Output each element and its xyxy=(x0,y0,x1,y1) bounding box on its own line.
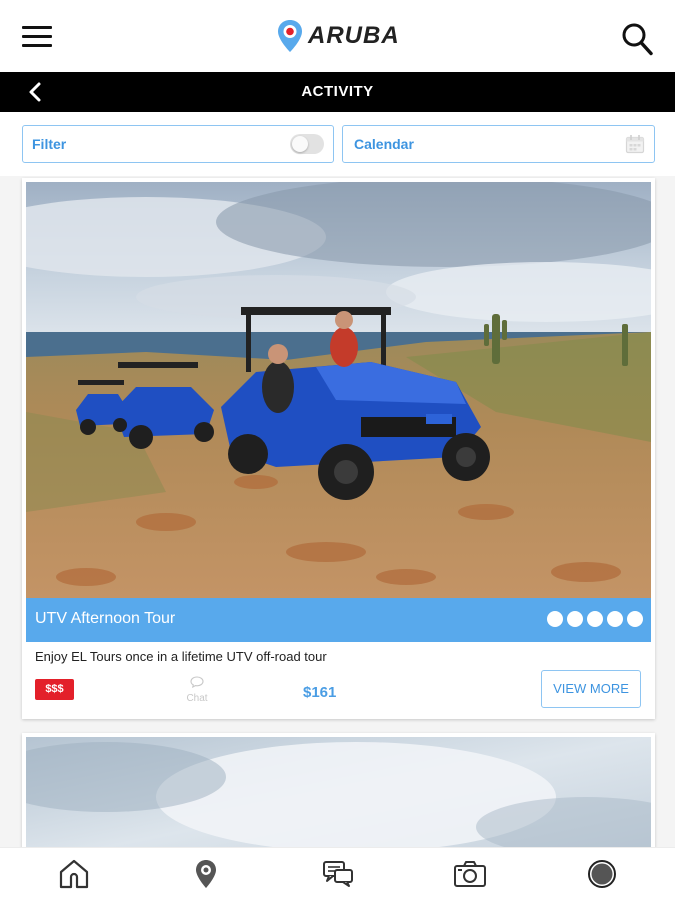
activity-price: $161 xyxy=(303,684,337,701)
rating-dot xyxy=(547,611,563,627)
search-icon[interactable] xyxy=(621,22,653,56)
chat-bubble-icon xyxy=(190,676,204,689)
activity-description: Enjoy EL Tours once in a lifetime UTV of… xyxy=(35,649,327,664)
activity-card[interactable]: UTV Afternoon Tour Enjoy EL Tours once i… xyxy=(22,178,655,719)
app-header: ARUBA xyxy=(0,0,675,72)
rating-dots xyxy=(547,611,643,627)
rating-dot xyxy=(607,611,623,627)
chat-button[interactable]: Chat xyxy=(182,675,212,704)
calendar-label: Calendar xyxy=(354,136,414,152)
camera-icon[interactable] xyxy=(453,858,487,890)
activity-card-2[interactable] xyxy=(22,733,655,863)
activity-title: UTV Afternoon Tour xyxy=(35,610,176,627)
rating-dot xyxy=(587,611,603,627)
calendar-field[interactable]: Calendar xyxy=(342,125,655,163)
filter-field[interactable]: Filter xyxy=(22,125,334,163)
filter-row: Filter Calendar xyxy=(0,112,675,176)
chat-label: Chat xyxy=(186,693,208,704)
price-level-badge: $$$ xyxy=(35,679,74,700)
calendar-icon xyxy=(625,135,645,154)
rating-dot xyxy=(627,611,643,627)
app-screen: ARUBA ACTIVITY Filter Calendar UTV After… xyxy=(0,0,675,900)
filter-label: Filter xyxy=(32,136,67,152)
home-icon[interactable] xyxy=(57,858,91,890)
page-title: ACTIVITY xyxy=(301,83,374,100)
activity-title-band: UTV Afternoon Tour xyxy=(26,598,651,642)
bottom-navigation xyxy=(0,847,675,900)
rating-dot xyxy=(567,611,583,627)
app-logo[interactable]: ARUBA xyxy=(277,18,400,54)
hamburger-menu-icon[interactable] xyxy=(22,26,52,48)
chat-bubbles-icon[interactable] xyxy=(321,858,355,890)
location-pin-logo-icon xyxy=(278,20,302,52)
logo-text: ARUBA xyxy=(308,22,400,49)
record-circle-icon[interactable] xyxy=(585,858,619,890)
location-pin-icon[interactable] xyxy=(189,858,223,890)
view-more-button[interactable]: VIEW MORE xyxy=(541,670,641,708)
activity-photo-2[interactable] xyxy=(26,737,651,863)
page-title-bar: ACTIVITY xyxy=(0,72,675,112)
filter-toggle[interactable] xyxy=(290,134,324,154)
activity-photo[interactable] xyxy=(26,182,651,601)
toggle-knob xyxy=(292,136,308,152)
